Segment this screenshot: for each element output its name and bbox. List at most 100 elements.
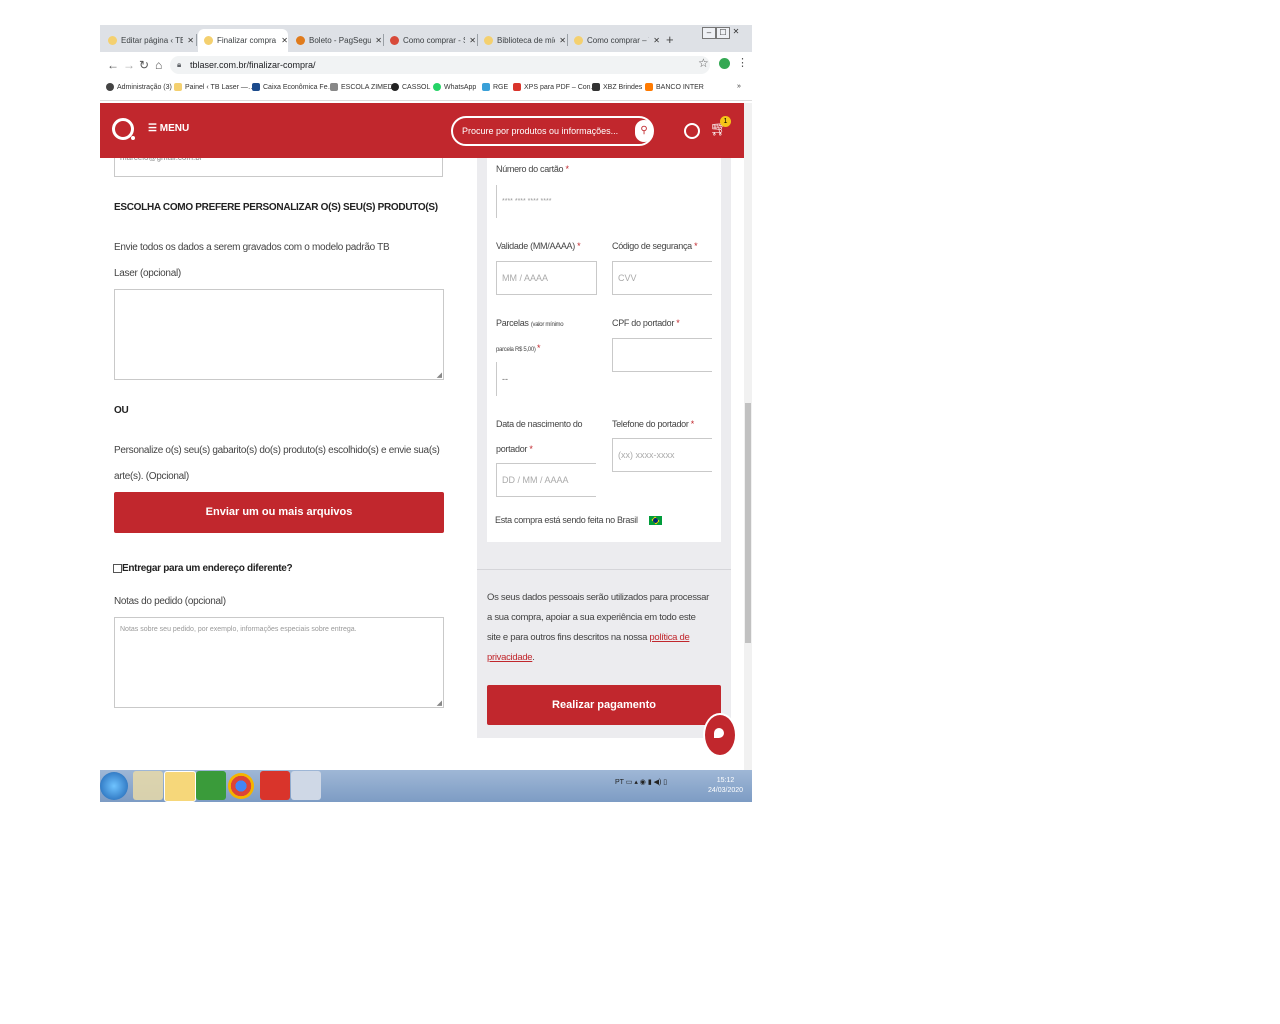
bookmarks-bar: Administração (3) Painel ‹ TB Laser —… C… [100,78,752,101]
expiry-input[interactable]: MM / AAAA [496,261,597,295]
or-label: OU [114,405,129,416]
birth-date-input[interactable]: DD / MM / AAAA [496,463,596,497]
start-button[interactable] [100,772,128,800]
back-icon[interactable]: ← [107,58,119,72]
bookmark-xps-pdf[interactable]: XPS para PDF – Con… [513,83,598,91]
page-scrollbar[interactable] [744,103,752,770]
new-tab-button[interactable]: + [666,32,674,47]
chat-icon [714,728,724,738]
installments-select[interactable]: -- [496,362,594,396]
privacy-policy-link-cont[interactable]: privacidade [487,652,533,663]
send-data-label-cont: Laser (opcional) [114,268,181,279]
tab-como-comprar-lojista[interactable]: Como comprar - Sou Lojista✕ [384,29,476,52]
country-note: Esta compra está sendo feita no Brasil [495,515,638,525]
windows-taskbar: PT ▭ ▴ ◉ ▮ ◀︎) ▯ 15:12 24/03/2020 [100,770,752,802]
tab-finalizar-compra[interactable]: Finalizar compra – TB Laser✕ [198,29,288,52]
home-icon[interactable]: ⌂ [155,58,162,72]
browser-window: Editar página ‹ TB Laser✕ Finalizar comp… [100,25,752,802]
cart-count-badge: 1 [720,116,731,127]
more-bookmarks-icon[interactable]: » [737,83,741,90]
lock-icon: 🔒︎ [177,60,182,69]
close-window-button[interactable]: ✕ [730,27,742,37]
different-address-label[interactable]: Entregar para um endereço diferente? [122,563,293,574]
privacy-policy-link[interactable]: política de [649,632,689,643]
clock[interactable]: 15:12 24/03/2020 [708,776,743,796]
forward-icon[interactable]: → [123,58,135,72]
card-form: Número do cartão * **** **** **** **** V… [487,158,721,542]
search-icon[interactable]: ⚲ [635,120,653,142]
profile-avatar[interactable] [719,58,730,69]
bookmark-administracao[interactable]: Administração (3) [106,83,172,91]
maximize-button[interactable]: ☐ [716,27,730,39]
tab-como-comprar[interactable]: Como comprar – TB Laser✕ [568,29,660,52]
pdf-icon [513,83,521,91]
personalize-heading: ESCOLHA COMO PREFERE PERSONALIZAR O(S) S… [114,202,438,213]
whatsapp-icon [433,83,441,91]
tab-boleto[interactable]: Boleto - PagSeguro UOL✕ [290,29,382,52]
scrollbar-thumb[interactable] [745,403,751,643]
coreldraw-taskbar-icon[interactable] [196,771,226,800]
cvv-label: Código de segurança * [612,241,698,251]
different-address-checkbox[interactable] [113,564,122,573]
close-icon[interactable]: ✕ [653,36,660,45]
bookmark-banco-inter[interactable]: BANCO INTER [645,83,704,91]
tab-favicon-icon [204,36,213,45]
site-search-input[interactable]: Procure por produtos ou informações... [451,116,654,146]
bookmark-rge[interactable]: RGE [482,83,508,91]
cpf-input[interactable] [612,338,712,372]
user-account-icon[interactable] [684,123,700,139]
more-menu-icon[interactable]: ⋮ [737,56,748,69]
chat-bubble-button[interactable] [703,713,737,757]
caixa-icon [252,83,260,91]
tab-editar-pagina[interactable]: Editar página ‹ TB Laser✕ [102,29,194,52]
close-icon[interactable]: ✕ [281,36,288,45]
tab-strip: Editar página ‹ TB Laser✕ Finalizar comp… [100,25,752,52]
pay-button[interactable]: Realizar pagamento [487,685,721,725]
installments-label: Parcelas (valor mínimo [496,318,564,328]
bookmark-star-icon[interactable]: ☆ [698,56,709,70]
chrome-taskbar-icon[interactable] [228,773,254,799]
close-icon[interactable]: ✕ [187,36,194,45]
minimize-button[interactable]: – [702,27,716,39]
order-notes-label: Notas do pedido (opcional) [114,596,226,607]
close-icon[interactable]: ✕ [469,36,476,45]
bookmark-caixa[interactable]: Caixa Econômica Fe… [252,83,335,91]
hamburger-icon: ☰ [148,123,160,134]
bookmark-cassol[interactable]: CASSOL [391,83,430,91]
send-data-label: Envie todos os dados a serem gravados co… [114,242,390,253]
resize-handle-icon[interactable]: ◢ [437,371,442,379]
notes-taskbar-icon[interactable] [164,771,196,802]
explorer-taskbar-icon[interactable] [133,771,163,800]
order-notes-textarea[interactable]: Notas sobre seu pedido, por exemplo, inf… [114,617,444,708]
address-bar-row: ← → ↻ ⌂ 🔒︎ tblaser.com.br/finalizar-comp… [100,52,752,78]
menu-button[interactable]: ☰ MENU [148,123,189,134]
url-field[interactable]: 🔒︎ tblaser.com.br/finalizar-compra/ [170,56,710,74]
checkout-page: marcelo@gmail.com.br ESCOLHA COMO PREFER… [100,158,744,770]
bookmark-xbz[interactable]: XBZ Brindes [592,83,642,91]
school-icon [330,83,338,91]
personalization-textarea[interactable]: ◢ [114,289,444,380]
phone-input[interactable]: (xx) xxxx-xxxx [612,438,712,472]
app-taskbar-icon[interactable] [260,771,290,800]
birth-label-cont: portador * [496,444,533,454]
close-icon[interactable]: ✕ [559,36,566,45]
card-number-input[interactable]: **** **** **** **** [496,185,714,218]
reload-icon[interactable]: ↻ [139,58,149,72]
cvv-input[interactable]: CVV [612,261,712,295]
tool-taskbar-icon[interactable] [291,771,321,800]
divider [477,569,731,570]
resize-handle-icon[interactable]: ◢ [437,699,442,707]
tab-divider [196,34,197,46]
payment-panel: Número do cartão * **** **** **** **** V… [477,158,731,738]
inter-icon [645,83,653,91]
bookmark-painel[interactable]: Painel ‹ TB Laser —… [174,83,255,91]
bookmark-whatsapp[interactable]: WhatsApp [433,83,476,91]
system-tray: PT ▭ ▴ ◉ ▮ ◀︎) ▯ [615,779,668,786]
rge-icon [482,83,490,91]
tab-biblioteca[interactable]: Biblioteca de mídia ‹ TB Laser✕ [478,29,566,52]
tab-favicon-icon [390,36,399,45]
bookmark-escola[interactable]: ESCOLA ZIMEDI [330,83,395,91]
upload-files-button[interactable]: Enviar um ou mais arquivos [114,492,444,533]
close-icon[interactable]: ✕ [375,36,382,45]
email-field[interactable]: marcelo@gmail.com.br [114,158,443,177]
